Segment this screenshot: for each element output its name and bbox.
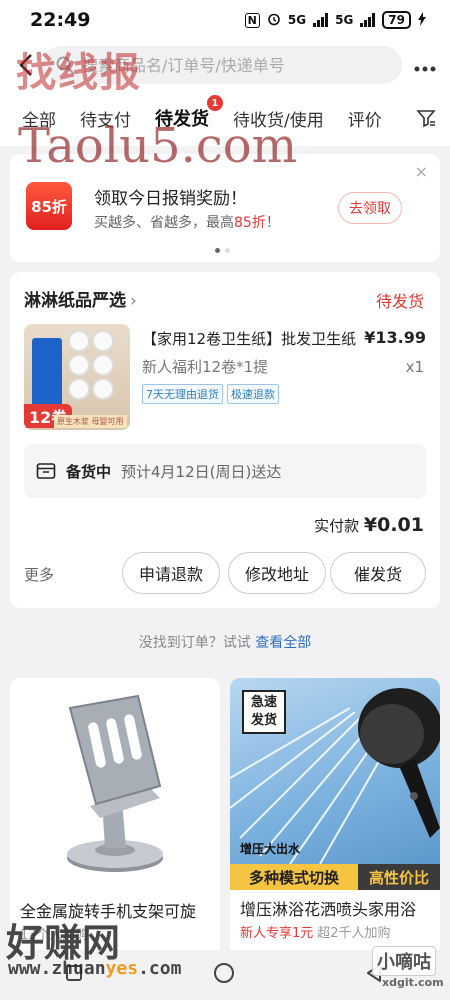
chevron-left-icon bbox=[19, 54, 32, 76]
service-tags: 7天无理由退货 极速退款 bbox=[142, 384, 279, 404]
signal-icon-2 bbox=[360, 13, 376, 27]
shipping-status-box[interactable]: 备货中 预计4月12日(周日)送达 bbox=[24, 444, 426, 498]
order-card: 淋淋纸品严选 › 待发货 12卷 原生木浆 母婴可用 【家用12卷卫生纸】批发卫生… bbox=[10, 272, 440, 608]
fast-ship-badge: 急速 发货 bbox=[242, 690, 286, 734]
roll-shape bbox=[92, 354, 114, 376]
claim-reward-button[interactable]: 去领取 bbox=[338, 192, 402, 224]
nfc-icon: N bbox=[244, 12, 260, 28]
recommend-sub-highlight: 新人专享1元 bbox=[240, 926, 314, 941]
more-link[interactable]: 更多 bbox=[24, 564, 54, 585]
request-refund-button[interactable]: 申请退款 bbox=[122, 552, 220, 594]
back-button[interactable] bbox=[14, 45, 38, 85]
feature-mode: 多种模式切换 bbox=[230, 864, 358, 890]
view-all-link[interactable]: 查看全部 bbox=[255, 635, 311, 651]
more-options-button[interactable] bbox=[414, 53, 436, 78]
recommend-name: 增压淋浴花洒喷头家用浴 bbox=[240, 900, 417, 919]
change-address-button[interactable]: 修改地址 bbox=[228, 552, 326, 594]
close-icon[interactable]: × bbox=[415, 162, 428, 181]
tag-fast-refund: 极速退款 bbox=[227, 384, 279, 404]
battery-icon: 79 bbox=[382, 11, 411, 29]
promo-sub-prefix: 买越多、省越多，最高 bbox=[94, 215, 234, 231]
recommend-sub: 13个人加购 bbox=[20, 928, 89, 943]
order-tabs: 全部 待支付 待发货 1 待收货/使用 评价 bbox=[0, 90, 450, 146]
search-icon bbox=[56, 56, 74, 74]
header bbox=[0, 40, 450, 90]
recommend-sub: 新人专享1元 超2千人加购 bbox=[240, 922, 391, 941]
status-icons: N 5G 5G 79 bbox=[244, 11, 426, 29]
roll-shape bbox=[68, 330, 90, 352]
shower-head-image: 急速 发货 增压大出水 bbox=[230, 678, 440, 864]
badge-line-2: 发货 bbox=[250, 713, 277, 728]
recommend-card[interactable]: 全金属旋转手机支架可旋 13个人加购 bbox=[10, 678, 220, 968]
shower-caption: 增压大出水 bbox=[240, 842, 301, 856]
recent-apps-button[interactable] bbox=[65, 964, 83, 986]
search-box[interactable] bbox=[42, 46, 402, 84]
charging-icon bbox=[418, 11, 426, 29]
paid-amount: 实付款 ¥0.01 bbox=[314, 514, 424, 536]
square-icon bbox=[66, 965, 82, 981]
package-shape bbox=[32, 338, 62, 408]
not-found-hint: 没找到订单？试试 查看全部 bbox=[0, 632, 450, 652]
order-status: 待发货 bbox=[375, 292, 424, 311]
store-name[interactable]: 淋淋纸品严选 › bbox=[24, 286, 137, 311]
tab-badge: 1 bbox=[207, 95, 223, 111]
tab-all[interactable]: 全部 bbox=[22, 106, 56, 131]
badge-line-1: 急速 bbox=[250, 695, 277, 710]
tag-return-7days: 7天无理由退货 bbox=[142, 384, 223, 404]
product-title[interactable]: 【家用12卷卫生纸】批发卫生纸 bbox=[142, 328, 362, 349]
product-price: ¥13.99 bbox=[364, 328, 426, 347]
urge-shipping-button[interactable]: 催发货 bbox=[330, 552, 426, 594]
roll-shape bbox=[92, 330, 114, 352]
recommend-card[interactable]: 急速 发货 增压大出水 多种模式切换 高性价比 增压淋浴花洒喷头家用浴 新人专享… bbox=[230, 678, 440, 968]
roll-shape bbox=[92, 378, 114, 400]
shipping-status: 备货中 bbox=[66, 462, 112, 481]
alarm-icon bbox=[267, 12, 281, 29]
discount-badge-icon: 85折 bbox=[26, 182, 72, 230]
status-bar: 22:49 N 5G 5G 79 bbox=[0, 0, 450, 40]
filter-icon[interactable] bbox=[416, 108, 436, 132]
shipping-eta: 预计4月12日(周日)送达 bbox=[121, 462, 282, 481]
product-quantity: x1 bbox=[405, 358, 424, 376]
promo-banner: 85折 领取今日报销奖励！ 买越多、省越多，最高85折！ 去领取 × bbox=[10, 154, 440, 262]
image-tagline: 原生木浆 母婴可用 bbox=[54, 415, 127, 428]
tab-unpaid[interactable]: 待支付 bbox=[80, 106, 131, 131]
home-button[interactable] bbox=[213, 962, 235, 988]
network-5g-label-2: 5G bbox=[335, 13, 354, 27]
carousel-dot-active bbox=[215, 248, 220, 253]
status-time: 22:49 bbox=[30, 9, 91, 31]
paid-label: 实付款 bbox=[314, 517, 360, 535]
signal-icon bbox=[313, 13, 329, 27]
phone-stand-image bbox=[10, 678, 220, 888]
network-5g-label: 5G bbox=[287, 13, 307, 27]
search-input[interactable] bbox=[82, 55, 388, 75]
feature-value: 高性价比 bbox=[358, 864, 440, 890]
roll-shape bbox=[68, 378, 90, 400]
recommend-sub-gray: 超2千人加购 bbox=[317, 926, 391, 941]
product-image[interactable]: 12卷 原生木浆 母婴可用 bbox=[24, 324, 130, 430]
tab-review[interactable]: 评价 bbox=[348, 106, 382, 131]
promo-sub-suffix: ！ bbox=[265, 215, 280, 231]
tab-to-receive[interactable]: 待收货/使用 bbox=[233, 106, 324, 131]
package-box-icon bbox=[36, 463, 56, 479]
carousel-dot bbox=[225, 248, 230, 253]
tab-to-ship[interactable]: 待发货 1 bbox=[155, 95, 223, 131]
triangle-back-icon bbox=[367, 964, 381, 982]
feature-bar: 多种模式切换 高性价比 bbox=[230, 864, 440, 890]
carousel-dots bbox=[215, 248, 230, 253]
tab-to-ship-label: 待发货 bbox=[155, 109, 209, 130]
promo-title: 领取今日报销奖励！ bbox=[94, 189, 247, 209]
recommend-name: 全金属旋转手机支架可旋 bbox=[20, 902, 197, 921]
promo-subtitle: 买越多、省越多，最高85折！ bbox=[94, 212, 280, 232]
promo-sub-highlight: 85折 bbox=[234, 215, 266, 231]
hint-text: 没找到订单？试试 bbox=[138, 635, 251, 651]
product-spec: 新人福利12卷*1提 bbox=[142, 358, 269, 376]
circle-icon bbox=[214, 963, 234, 983]
chevron-right-icon: › bbox=[130, 291, 137, 311]
system-nav-bar bbox=[0, 950, 450, 1000]
store-name-label: 淋淋纸品严选 bbox=[24, 291, 126, 311]
back-nav-button[interactable] bbox=[365, 963, 385, 987]
more-dots-icon bbox=[414, 66, 436, 71]
roll-shape bbox=[68, 354, 90, 376]
paid-value: ¥0.01 bbox=[363, 514, 424, 536]
